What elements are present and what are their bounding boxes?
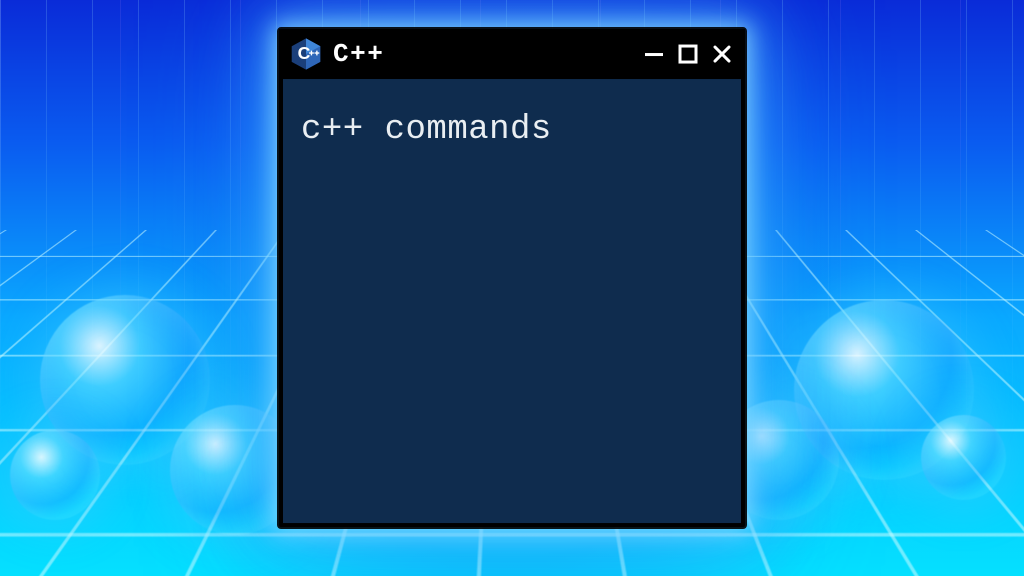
window-controls xyxy=(641,41,735,67)
background-orb xyxy=(10,430,100,520)
cpp-logo-icon: C xyxy=(289,37,323,71)
window-titlebar[interactable]: C C++ xyxy=(279,29,745,79)
terminal-window: C C++ c++ commands xyxy=(279,29,745,527)
svg-text:C: C xyxy=(298,43,311,63)
editor-content[interactable]: c++ commands xyxy=(283,79,741,523)
window-title: C++ xyxy=(333,39,384,69)
background-orb xyxy=(921,415,1006,500)
close-icon xyxy=(711,43,733,65)
maximize-icon xyxy=(677,43,699,65)
minimize-icon xyxy=(643,43,665,65)
minimize-button[interactable] xyxy=(641,41,667,67)
close-button[interactable] xyxy=(709,41,735,67)
maximize-button[interactable] xyxy=(675,41,701,67)
